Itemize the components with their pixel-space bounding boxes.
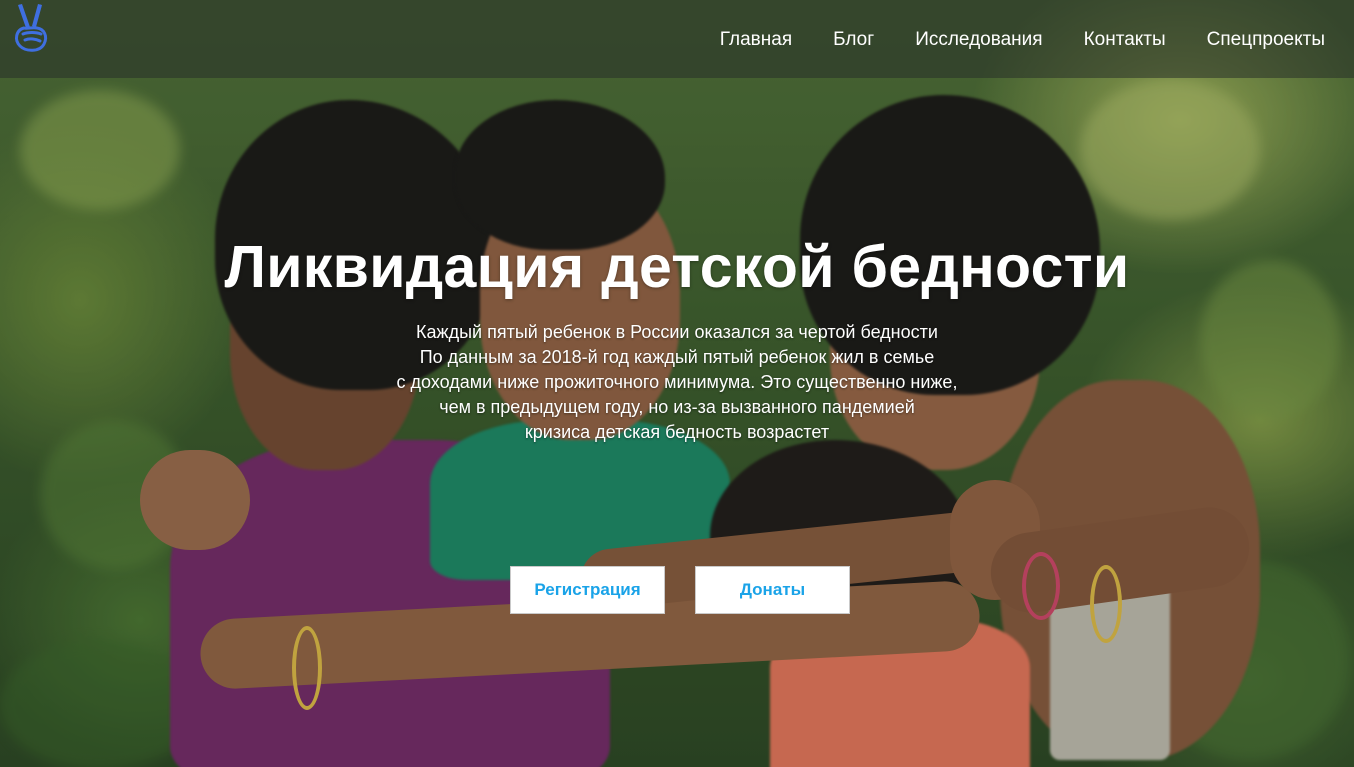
hero-description-line: По данным за 2018-й год каждый пятый реб…: [419, 347, 935, 367]
main-nav: Главная Блог Исследования Контакты Спецп…: [679, 28, 1325, 52]
nav-link-blog[interactable]: Блог: [833, 28, 874, 52]
hero-description-line: с доходами ниже прожиточного минимума. Э…: [396, 372, 958, 392]
landing-page: Главная Блог Исследования Контакты Спецп…: [0, 0, 1354, 767]
nav-link-research[interactable]: Исследования: [915, 28, 1042, 52]
hero-description-line: чем в предыдущем году, но из-за вызванно…: [439, 397, 915, 417]
hero-description: Каждый пятый ребенок в России оказался з…: [327, 320, 1027, 445]
site-header: Главная Блог Исследования Контакты Спецп…: [0, 0, 1354, 78]
nav-link-contacts[interactable]: Контакты: [1084, 28, 1166, 52]
hero-description-line: Каждый пятый ребенок в России оказался з…: [416, 322, 938, 342]
nav-link-home[interactable]: Главная: [720, 28, 792, 52]
victory-hand-icon[interactable]: [10, 2, 52, 54]
hero-title: Ликвидация детской бедности: [224, 234, 1130, 300]
donate-button[interactable]: Донаты: [695, 566, 850, 614]
register-button[interactable]: Регистрация: [510, 566, 665, 614]
hero-description-line: кризиса детская бедность возрастет: [524, 422, 830, 442]
nav-link-special-projects[interactable]: Спецпроекты: [1207, 28, 1325, 52]
